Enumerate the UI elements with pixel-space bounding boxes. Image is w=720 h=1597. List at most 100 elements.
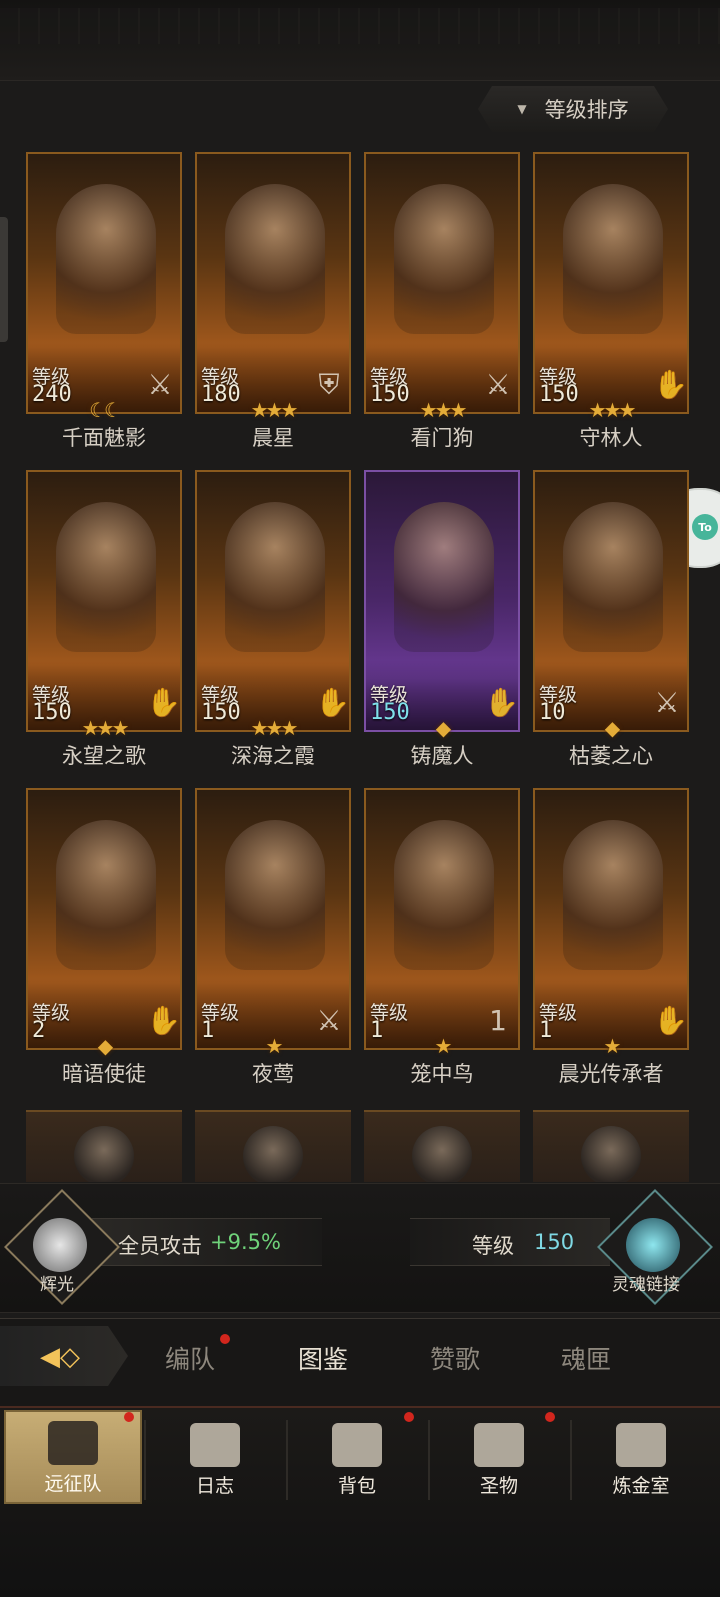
hero-rank-stars: ◆ [604, 716, 620, 740]
hero-card[interactable]: 等级 1 ✋ ★ 晨光传承者 [533, 788, 689, 1086]
hero-name: 夜莺 [252, 1062, 294, 1086]
sort-button-label: 等级排序 [544, 98, 629, 122]
sword-icon: ⚔ [654, 686, 680, 719]
hero-rank-stars: ★ [265, 1034, 284, 1058]
nav-expedition-label: 远征队 [44, 1473, 102, 1495]
nav-relics-badge [545, 1412, 555, 1422]
hero-card[interactable]: 等级 10 ⚔ ◆ 枯萎之心 [533, 470, 689, 768]
nav-relics[interactable]: 圣物 [430, 1410, 568, 1504]
shield-icon: ⛨ [318, 368, 340, 401]
hammer-badge-icon: 1 [489, 1004, 507, 1037]
hero-rank-stars: ★★★ [250, 398, 299, 422]
hero-name: 深海之霞 [231, 744, 315, 768]
top-banner [0, 0, 720, 81]
hero-name: 晨星 [252, 426, 294, 450]
hero-card[interactable]: 等级 240 ⚔ ☾☾ 千面魅影 [26, 152, 182, 450]
hero-figure [563, 820, 663, 970]
hero-rank-stars: ★ [603, 1034, 622, 1058]
assistant-icon: To [692, 514, 718, 540]
back-button[interactable]: ◀◇ [0, 1326, 128, 1386]
sword-icon: ⚔ [485, 368, 511, 401]
nav-backpack-label: 背包 [337, 1475, 376, 1497]
sort-button[interactable]: ▼ 等级排序 [478, 86, 668, 132]
hero-name: 枯萎之心 [569, 744, 653, 768]
soul-link-icon [626, 1218, 680, 1272]
hero-name: 铸魔人 [410, 744, 474, 768]
scroll-icon [190, 1423, 240, 1467]
alchemy-icon [616, 1423, 666, 1467]
nav-alchemy[interactable]: 炼金室 [572, 1410, 710, 1504]
backpack-icon [332, 1423, 382, 1467]
nav-expedition[interactable]: 远征队 [4, 1410, 142, 1504]
horned-helmet-icon [48, 1421, 98, 1465]
stat-value: +9.5% [210, 1230, 281, 1254]
hero-card[interactable]: 等级 150 ✋ ★★★ 永望之歌 [26, 470, 182, 768]
hero-card-partial[interactable] [364, 1110, 520, 1182]
hero-card-partial[interactable] [26, 1110, 182, 1182]
hero-rank-stars: ★ [434, 1034, 453, 1058]
hero-figure [563, 502, 663, 652]
hero-card[interactable]: 等级 2 ✋ ◆ 暗语使徒 [26, 788, 182, 1086]
hero-name: 暗语使徒 [62, 1062, 146, 1086]
hero-card[interactable]: 等级 150 ✋ ◆ 铸魔人 [364, 470, 520, 768]
hero-card-partial[interactable] [195, 1110, 351, 1182]
hand-icon: ✋ [484, 686, 519, 719]
hero-figure [56, 184, 156, 334]
hero-name: 笼中鸟 [410, 1062, 474, 1086]
tab-codex[interactable]: 图鉴 [298, 1340, 348, 1376]
hand-icon: ✋ [653, 1004, 688, 1037]
hero-portrait [412, 1126, 472, 1182]
hero-rank-stars: ★★★ [588, 398, 637, 422]
hero-card[interactable]: 等级 150 ✋ ★★★ 深海之霞 [195, 470, 351, 768]
hero-name: 晨光传承者 [558, 1062, 664, 1086]
hero-portrait [243, 1126, 303, 1182]
nav-relics-label: 圣物 [479, 1475, 518, 1497]
nav-backpack-badge [404, 1412, 414, 1422]
hero-grid-next-row [26, 1110, 690, 1182]
nav-alchemy-label: 炼金室 [612, 1475, 670, 1497]
hero-portrait [581, 1126, 641, 1182]
hero-figure [394, 820, 494, 970]
hero-card-partial[interactable] [533, 1110, 689, 1182]
hand-icon: ✋ [146, 686, 181, 719]
hero-rank-stars: ◆ [435, 716, 451, 740]
hero-card[interactable]: 等级 180 ⛨ ★★★ 晨星 [195, 152, 351, 450]
nav-journal-label: 日志 [195, 1475, 234, 1497]
radiance-icon [33, 1218, 87, 1272]
hero-rank-stars: ◆ [97, 1034, 113, 1058]
caret-down-icon: ▼ [517, 102, 527, 116]
hero-card[interactable]: 等级 150 ✋ ★★★ 守林人 [533, 152, 689, 450]
tab-formation[interactable]: 编队 [165, 1340, 215, 1376]
hero-figure [56, 502, 156, 652]
radiance-label: 辉光 [40, 1275, 74, 1295]
hero-card[interactable]: 等级 1 ⚔ ★ 夜莺 [195, 788, 351, 1086]
nav-journal[interactable]: 日志 [146, 1410, 284, 1504]
soul-link-label: 灵魂链接 [612, 1275, 680, 1295]
hero-figure [225, 502, 325, 652]
hero-figure [225, 184, 325, 334]
stat-label: 全员攻击 [118, 1234, 202, 1258]
hero-name: 看门狗 [410, 426, 474, 450]
tab-soul-box[interactable]: 魂匣 [561, 1340, 611, 1376]
hero-name: 千面魅影 [62, 426, 146, 450]
tab-hymns[interactable]: 赞歌 [430, 1340, 480, 1376]
nav-expedition-badge [124, 1412, 134, 1422]
nav-backpack[interactable]: 背包 [288, 1410, 426, 1504]
hero-figure [394, 184, 494, 334]
hero-portrait [74, 1126, 134, 1182]
hero-rank-stars: ☾☾ [89, 398, 122, 422]
hero-rank-stars: ★★★ [81, 716, 130, 740]
tab-formation-badge [220, 1334, 230, 1344]
hero-figure [225, 820, 325, 970]
hero-rank-stars: ★★★ [419, 398, 468, 422]
hand-icon: ✋ [653, 368, 688, 401]
hero-card[interactable]: 等级 150 ⚔ ★★★ 看门狗 [364, 152, 520, 450]
arrow-left-icon: ◀◇ [40, 1342, 80, 1372]
hero-figure [394, 502, 494, 652]
hand-icon: ✋ [146, 1004, 181, 1037]
soul-link-level-value: 150 [534, 1230, 575, 1254]
divider [0, 1312, 720, 1313]
left-edge-tab[interactable] [0, 217, 8, 342]
hero-name: 守林人 [579, 426, 643, 450]
hero-card[interactable]: 等级 1 1 ★ 笼中鸟 [364, 788, 520, 1086]
